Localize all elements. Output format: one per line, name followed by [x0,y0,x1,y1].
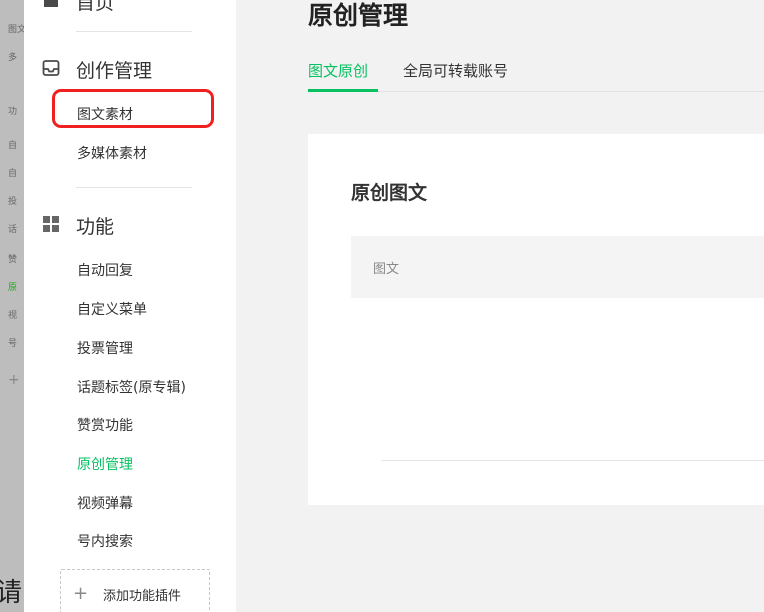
card-title: 原创图文 [351,182,428,204]
background-item: 号 [8,339,18,349]
sidebar-heading-creation[interactable]: 创作管理 [76,56,152,83]
add-plugin-button[interactable]: + 添加功能插件 [60,569,210,612]
sidebar-item-topic-tags[interactable]: 话题标签(原专辑) [77,377,186,397]
background-item: 功 [8,107,18,117]
background-item: 视 [8,311,18,321]
background-item: 多 [8,53,18,63]
column-header-article: 图文 [373,262,400,277]
sidebar-heading-features[interactable]: 功能 [76,212,114,239]
sidebar-divider [76,31,192,32]
active-tab-indicator [308,89,378,92]
background-item: 图文 [8,25,24,35]
plus-icon: + [73,583,89,604]
tab-original-articles[interactable]: 图文原创 [308,60,368,81]
sidebar: 首页 创作管理 图文素材 多媒体素材 功能 自动回复 自定义菜单 投票管理 话题… [24,0,236,612]
card-divider [381,460,764,461]
sidebar-item-originality-management[interactable]: 原创管理 [77,454,133,474]
table-header: 图文 [351,236,764,298]
highlight-annotation [52,89,214,128]
add-plugin-label: 添加功能插件 [103,589,182,604]
sidebar-item-video-danmaku[interactable]: 视频弹幕 [77,493,133,513]
background-item: 话 [8,225,18,235]
background-panel: 图文 多 功 自 自 投 话 赞 原 视 号 + 请问 [0,0,24,612]
home-icon [44,0,58,7]
background-plus-icon: + [8,372,20,388]
tab-global-reprint-accounts[interactable]: 全局可转载账号 [403,60,508,81]
background-item: 投 [8,197,18,207]
tab-bar: 图文原创 全局可转载账号 [308,50,764,92]
sidebar-divider [76,187,192,188]
sidebar-item-auto-reply[interactable]: 自动回复 [77,260,133,280]
main-content: 原创管理 图文原创 全局可转载账号 原创图文 图文 [236,0,764,612]
original-articles-card: 原创图文 图文 [308,134,764,505]
sidebar-item-multimedia-material[interactable]: 多媒体素材 [77,143,147,163]
page-title: 原创管理 [308,1,409,30]
background-partial-text: 请问 [0,578,24,608]
grid-icon [43,216,59,232]
background-item: 自 [8,169,18,179]
sidebar-item-home[interactable]: 首页 [76,0,114,15]
sidebar-item-appreciation[interactable]: 赞赏功能 [77,415,133,435]
inbox-icon [42,60,60,76]
background-item: 赞 [8,255,18,265]
sidebar-item-vote-management[interactable]: 投票管理 [77,338,133,358]
background-item-active: 原 [8,283,18,293]
sidebar-item-in-account-search[interactable]: 号内搜索 [77,531,133,551]
background-item: 自 [8,141,18,151]
sidebar-item-custom-menu[interactable]: 自定义菜单 [77,299,147,319]
